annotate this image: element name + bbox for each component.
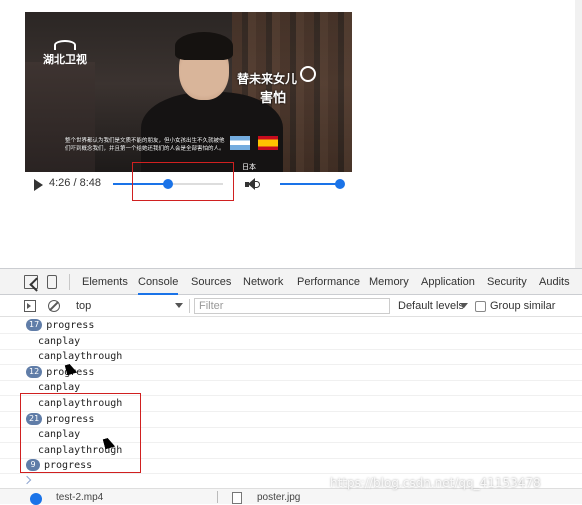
flag-group <box>230 136 282 155</box>
download-icon[interactable] <box>30 493 42 505</box>
tab-console[interactable]: Console <box>138 269 179 295</box>
tab-application[interactable]: Application <box>421 269 475 295</box>
console-message-text: progress <box>46 320 95 331</box>
device-toolbar-icon[interactable] <box>47 275 57 289</box>
tab-network[interactable]: Network <box>243 269 283 295</box>
console-message-text: canplay <box>38 382 81 394</box>
time-display: 4:26 / 8:48 <box>49 177 101 189</box>
volume-slider-fill <box>280 183 340 185</box>
downloads-bar: test-2.mp4 poster.jpg <box>0 488 582 505</box>
console-message: canplaythrough <box>0 349 582 366</box>
console-filterbar: top Filter Default levels Group similar <box>0 295 582 317</box>
page-area: 湖北卫视 替未来女儿 害怕 整个世界都认为我们是文质不能的朋友，但小女孩出生不久… <box>0 0 582 268</box>
video-caption: 整个世界都认为我们是文质不能的朋友，但小女孩出生不久就被他们吓到概念我们，并且第… <box>65 138 225 152</box>
seek-highlight-box <box>132 162 234 201</box>
country-label: 日本 <box>242 164 256 171</box>
repeat-count-badge: 12 <box>26 365 43 378</box>
background-shelf-left <box>25 62 95 172</box>
tab-audits[interactable]: Audits <box>539 269 570 295</box>
tab-memory[interactable]: Memory <box>369 269 409 295</box>
console-message: 17 progress <box>0 318 582 334</box>
volume-icon[interactable] <box>245 178 260 191</box>
file-icon[interactable] <box>232 492 242 504</box>
download-item-name[interactable]: poster.jpg <box>257 492 300 503</box>
inspect-element-icon[interactable] <box>24 275 38 289</box>
group-similar-label: Group similar <box>490 300 556 312</box>
levels-dropdown-icon[interactable] <box>460 303 468 308</box>
argentina-flag-icon <box>230 136 250 150</box>
tab-sources[interactable]: Sources <box>191 269 231 295</box>
video-overlay-subtitle: 害怕 <box>260 90 287 105</box>
console-message: canplay <box>0 334 582 350</box>
context-dropdown-icon[interactable] <box>175 303 183 308</box>
devtools-panel: Elements Console Sources Network Perform… <box>0 268 582 504</box>
ghost-emoji-icon <box>300 66 316 82</box>
console-prompt-icon[interactable] <box>22 475 32 485</box>
console-message-text: canplaythrough <box>38 351 123 363</box>
video-frame: 湖北卫视 替未来女儿 害怕 整个世界都认为我们是文质不能的朋友，但小女孩出生不久… <box>25 12 352 172</box>
clear-console-icon[interactable] <box>48 300 60 312</box>
repeat-count-badge: 17 <box>26 319 43 331</box>
tab-performance[interactable]: Performance <box>297 269 360 295</box>
filterbar-divider <box>189 299 190 313</box>
context-selector[interactable]: top <box>70 298 186 314</box>
download-item-name[interactable]: test-2.mp4 <box>56 492 103 503</box>
volume-thumb[interactable] <box>335 179 345 189</box>
play-icon[interactable] <box>34 179 43 191</box>
tab-security[interactable]: Security <box>487 269 527 295</box>
log-levels-dropdown[interactable]: Default levels <box>398 298 464 314</box>
channel-logo: 湖北卫视 <box>43 40 87 67</box>
watermark: https://blog.csdn.net/qq_41153478 <box>330 476 541 490</box>
downloads-divider <box>217 491 218 503</box>
spain-flag-icon <box>258 136 279 150</box>
show-sidebar-icon[interactable] <box>24 300 36 312</box>
channel-logo-text: 湖北卫视 <box>43 54 87 66</box>
page-scrollbar[interactable] <box>575 0 582 268</box>
console-highlight-box <box>20 393 141 473</box>
video-overlay-title: 替未来女儿 <box>237 72 298 86</box>
devtools-tabbar: Elements Console Sources Network Perform… <box>0 269 582 295</box>
console-message-text: canplay <box>38 335 81 347</box>
group-similar-checkbox[interactable] <box>475 301 486 312</box>
tab-elements[interactable]: Elements <box>82 269 128 295</box>
console-message: 12 progress <box>0 365 582 381</box>
tabs-divider <box>69 274 70 290</box>
filter-input[interactable]: Filter <box>194 298 390 314</box>
